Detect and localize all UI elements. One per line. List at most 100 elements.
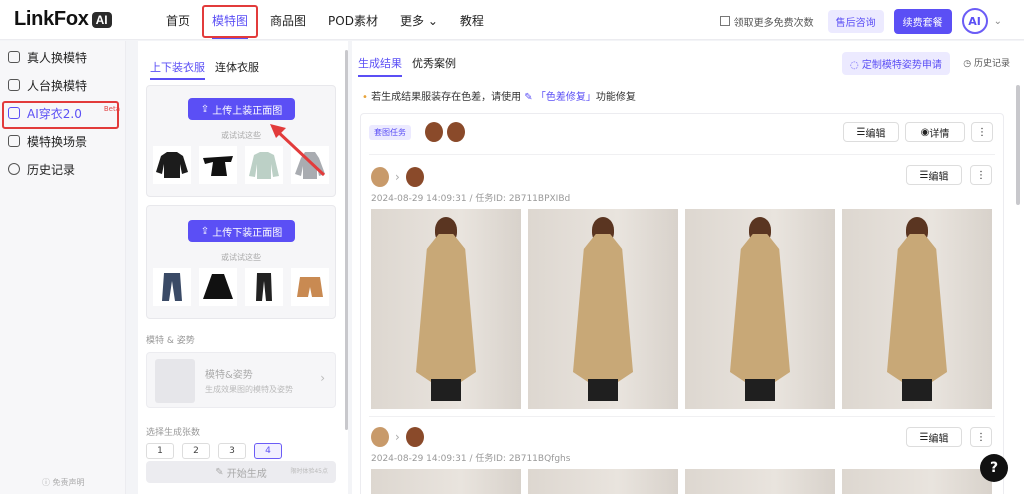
history-label: 历史记录 xyxy=(973,59,1010,69)
model-pose-selector[interactable]: 模特&姿势 生成效果图的模特及姿势 › xyxy=(146,352,336,408)
count-option-4[interactable]: 4 xyxy=(254,443,282,459)
help-button[interactable]: ? xyxy=(980,454,1008,482)
task-thumb[interactable] xyxy=(447,122,465,142)
garment-type-tabs: 上下装衣服 连体衣服 xyxy=(150,59,269,80)
sidebar-item-label: 人台换模特 xyxy=(27,78,88,93)
chevron-right-icon: › xyxy=(320,371,325,385)
upload-icon: ⇪ xyxy=(200,103,213,115)
more-icon: ⋮ xyxy=(976,169,986,181)
left-sidebar: 真人换模特 人台换模特 AI穿衣2.0 Beta 模特换场景 历史记录 ⓘ 免责声… xyxy=(0,41,126,494)
sample-bottom-shorts[interactable] xyxy=(291,268,329,306)
edit-button[interactable]: ☰ 编辑 xyxy=(843,122,899,142)
tab-top-bottom[interactable]: 上下装衣服 xyxy=(150,59,205,80)
count-option-2[interactable]: 2 xyxy=(182,443,210,459)
magic-wand-icon: ✎ xyxy=(215,466,227,478)
edit-button[interactable]: ☰ 编辑 xyxy=(906,427,962,447)
nav-pod[interactable]: POD素材 xyxy=(328,12,378,29)
after-sales-button[interactable]: 售后咨询 xyxy=(827,9,884,33)
free-times-label: 领取更多免费次数 xyxy=(733,17,814,29)
color-fix-link[interactable]: 「色差修复」 xyxy=(536,92,596,103)
generate-button[interactable]: ✎ 开始生成 限时体验45点 xyxy=(146,461,336,483)
sidebar-item-mannequin[interactable]: 人台换模特 xyxy=(0,71,125,99)
free-times-button[interactable]: 领取更多免费次数 xyxy=(719,14,814,29)
person-swap-icon xyxy=(8,51,20,63)
sidebar-item-history[interactable]: 历史记录 xyxy=(0,155,125,183)
source-thumbs: › xyxy=(371,427,424,447)
generate-hint: 限时体验45点 xyxy=(290,468,328,475)
avatar[interactable]: AI xyxy=(961,8,988,34)
sidebar-item-label: 模特换场景 xyxy=(27,134,88,149)
count-option-3[interactable]: 3 xyxy=(218,443,246,459)
offshoulder-top-image xyxy=(203,156,233,176)
nav-product-image[interactable]: 商品图 xyxy=(270,12,306,29)
results-scrollbar[interactable] xyxy=(1016,85,1020,205)
result-image[interactable] xyxy=(371,469,521,494)
result-group-2: › ☰ 编辑 ⋮ 2024-08-29 14:09:31 / 任务ID: 2B7… xyxy=(369,416,995,494)
more-button[interactable]: ⋮ xyxy=(971,122,993,142)
result-image[interactable] xyxy=(528,469,678,494)
result-image[interactable] xyxy=(371,209,521,409)
model-section-label: 模特 & 姿势 xyxy=(146,336,195,346)
upload-bottom-button[interactable]: ⇪ 上传下装正面图 xyxy=(188,220,295,242)
chevron-down-icon[interactable]: ⌄ xyxy=(994,16,1002,27)
logo-badge: AI xyxy=(91,11,112,28)
disclaimer-link[interactable]: ⓘ 免责声明 xyxy=(42,477,85,488)
annotation-arrow xyxy=(270,124,326,177)
config-scrollbar[interactable] xyxy=(345,50,348,430)
sample-bottom-skirt[interactable] xyxy=(199,268,237,306)
tab-results[interactable]: 生成结果 xyxy=(358,55,402,77)
wand-icon: ✎ xyxy=(524,92,533,103)
results-tabs: 生成结果 优秀案例 xyxy=(358,55,466,77)
edit-button[interactable]: ☰ 编辑 xyxy=(906,165,962,185)
tab-examples[interactable]: 优秀案例 xyxy=(412,55,456,77)
renew-plan-button[interactable]: 续费套餐 xyxy=(893,8,952,34)
model-pose-subtitle: 生成效果图的模特及姿势 xyxy=(205,385,293,394)
history-link[interactable]: ◷ 历史记录 xyxy=(963,56,1010,69)
model-thumb[interactable] xyxy=(405,167,424,187)
eye-icon: ◉ xyxy=(920,126,930,138)
details-button[interactable]: ◉ 详情 xyxy=(905,122,965,142)
garment-thumb[interactable] xyxy=(371,167,389,187)
result-image[interactable] xyxy=(685,469,835,494)
result-image[interactable] xyxy=(685,209,835,409)
sidebar-item-label: 历史记录 xyxy=(27,162,76,177)
disclaimer-label: 免责声明 xyxy=(52,478,85,487)
nav-more[interactable]: 更多 ⌄ xyxy=(400,12,438,29)
upload-bottom-label: 上传下装正面图 xyxy=(212,227,283,239)
count-section-label: 选择生成张数 xyxy=(146,428,201,438)
tab-one-piece[interactable]: 连体衣服 xyxy=(215,59,259,80)
task-thumb[interactable] xyxy=(425,122,443,142)
more-button[interactable]: ⋮ xyxy=(970,165,992,185)
count-option-1[interactable]: 1 xyxy=(146,443,174,459)
result-image[interactable] xyxy=(528,209,678,409)
edit-label: 编辑 xyxy=(865,128,886,140)
task-tag: 套图任务 xyxy=(369,125,411,140)
sidebar-item-label: 真人换模特 xyxy=(27,50,88,65)
more-button[interactable]: ⋮ xyxy=(970,427,992,447)
edit-label: 编辑 xyxy=(928,433,949,445)
chat-icon: ◌ xyxy=(850,60,862,71)
model-thumb[interactable] xyxy=(405,427,424,447)
sample-bottom-jeans[interactable] xyxy=(153,268,191,306)
sample-bottom-trousers[interactable] xyxy=(245,268,283,306)
garment-thumb[interactable] xyxy=(371,427,389,447)
sample-top-offshoulder[interactable] xyxy=(199,146,237,184)
upload-top-button[interactable]: ⇪ 上传上装正面图 xyxy=(188,98,295,120)
sample-top-sweatshirt[interactable] xyxy=(153,146,191,184)
custom-pose-button[interactable]: ◌ 定制模特姿势申请 xyxy=(842,52,950,75)
highlight-box-nav xyxy=(202,5,258,38)
sidebar-item-scene[interactable]: 模特换场景 xyxy=(0,127,125,155)
header-actions: 领取更多免费次数 售后咨询 续费套餐 AI ⌄ xyxy=(719,8,1002,34)
nav-home[interactable]: 首页 xyxy=(166,12,190,29)
details-label: 详情 xyxy=(929,128,950,140)
arrow-right-icon: › xyxy=(395,430,400,444)
sidebar-item-real-model[interactable]: 真人换模特 xyxy=(0,43,125,71)
source-thumbs: › xyxy=(371,167,424,187)
sample-bottoms xyxy=(153,268,337,306)
result-image[interactable] xyxy=(842,469,992,494)
nav-tutorial[interactable]: 教程 xyxy=(460,12,484,29)
scene-icon xyxy=(8,135,20,147)
result-image[interactable] xyxy=(842,209,992,409)
config-panel: 上下装衣服 连体衣服 ⇪ 上传上装正面图 或试试这些 ⇪ 上传下装正面图 或试试… xyxy=(138,41,348,494)
logo[interactable]: LinkFox AI xyxy=(14,8,112,31)
